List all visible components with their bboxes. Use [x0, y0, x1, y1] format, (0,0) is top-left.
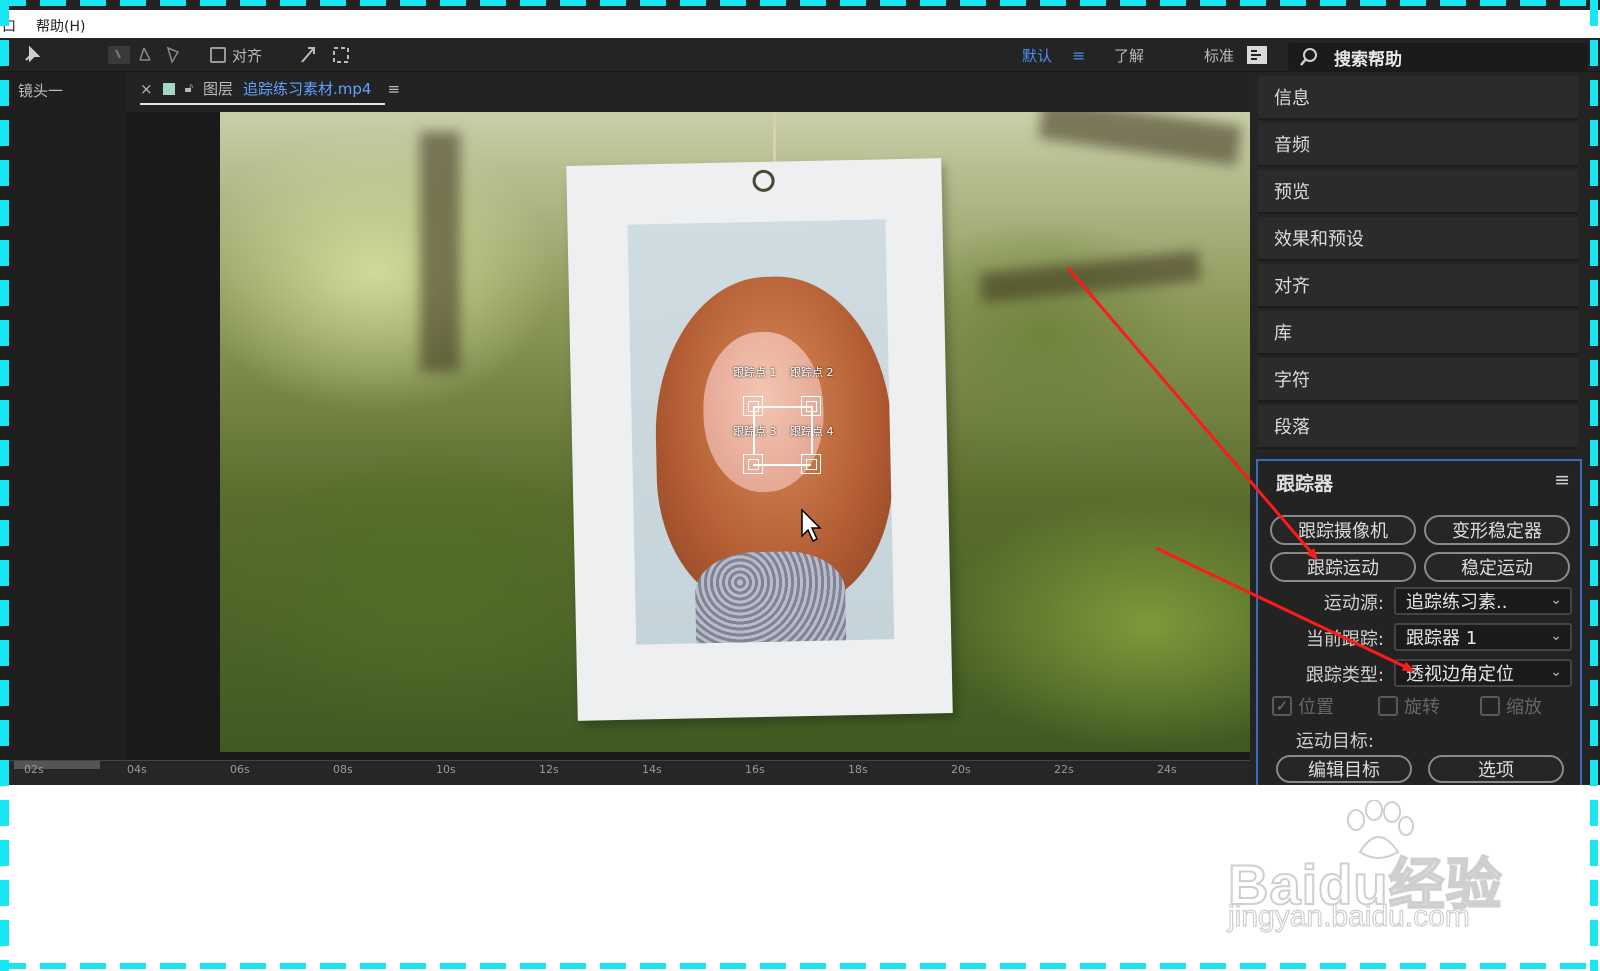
motion-source-value: 追踪练习素.. [1406, 592, 1508, 613]
motion-target-label: 运动目标: [1295, 731, 1374, 752]
tracker-title[interactable]: 跟踪器 [1276, 469, 1333, 496]
track-point-4[interactable] [801, 454, 821, 474]
track-point-3[interactable] [743, 454, 763, 474]
snap-toggle[interactable]: 对齐 [210, 38, 262, 72]
track-motion-button[interactable]: 跟踪运动 [1270, 552, 1416, 582]
current-track-label: 当前跟踪: [1305, 629, 1384, 650]
active-tab-indicator [140, 103, 385, 105]
current-track-select[interactable]: 跟踪器 1 ⌄ [1394, 623, 1572, 651]
lock-icon[interactable]: 🔓︎ [185, 81, 193, 96]
track-point-label: 跟踪点 2 [790, 366, 834, 379]
chevron-down-icon: ⌄ [1550, 664, 1562, 680]
timeline-tick-label: 02s [24, 763, 44, 776]
menu-help[interactable]: 帮助(H) [36, 16, 85, 36]
tree-branch [979, 250, 1201, 304]
rotation-checkbox[interactable]: 旋转 [1378, 693, 1440, 719]
tree-branch [1038, 112, 1242, 166]
pin-tool-icon[interactable] [20, 38, 42, 72]
track-type-select[interactable]: 透视边角定位 ⌄ [1394, 659, 1572, 687]
timeline-tick-label: 14s [642, 763, 662, 776]
chevron-down-icon: ⌄ [1550, 592, 1562, 608]
current-track-value: 跟踪器 1 [1406, 628, 1478, 649]
scale-label: 缩放 [1506, 697, 1542, 718]
frame-border-top [0, 0, 1600, 6]
tab-close-icon[interactable]: × [140, 80, 153, 98]
viewer-tab-bar: × 🔓︎ 图层 追踪练习素材.mp4 ≡ [126, 72, 1250, 112]
panel-libraries[interactable]: 库 [1258, 311, 1578, 355]
track-point-label: 跟踪点 1 [733, 366, 777, 379]
menu-bar: 口 帮助(H) [0, 10, 1600, 38]
tracker-menu-icon[interactable]: ≡ [1554, 469, 1570, 491]
after-effects-window: 口 帮助(H) 对齐 默认 ≡ 了解 标准 搜索帮助 镜头一 × 🔓︎ 图层 追… [0, 0, 1600, 785]
frame-border-left [0, 0, 9, 971]
workspace-overflow-icon[interactable] [1246, 38, 1268, 72]
scale-checkbox[interactable]: 缩放 [1480, 693, 1542, 719]
frame-border-bottom [0, 963, 1600, 969]
search-icon [1300, 48, 1317, 66]
edit-target-button[interactable]: 编辑目标 [1276, 755, 1412, 783]
timeline-tick-label: 12s [539, 763, 559, 776]
position-label: 位置 [1298, 697, 1334, 718]
timeline-tick-label: 10s [436, 763, 456, 776]
timeline-tick-label: 08s [333, 763, 353, 776]
hanging-picture-frame [566, 158, 953, 721]
timeline-tick-label: 22s [1054, 763, 1074, 776]
workspace-learn[interactable]: 了解 [1114, 38, 1144, 72]
frame-hook [752, 169, 775, 193]
tab-filename[interactable]: 追踪练习素材.mp4 [243, 78, 371, 99]
workspace-standard[interactable]: 标准 [1204, 38, 1234, 72]
mouse-cursor-icon [801, 508, 822, 543]
puppet-tool-icon[interactable] [106, 38, 186, 72]
track-point-label: 跟踪点 3 [733, 425, 777, 438]
panel-align[interactable]: 对齐 [1258, 264, 1578, 308]
layer-viewer[interactable]: 跟踪点 1 跟踪点 2 跟踪点 3 跟踪点 4 [126, 112, 1250, 760]
checkmark-icon: ✓ [1272, 696, 1292, 716]
workspace-default[interactable]: 默认 [1022, 38, 1052, 72]
tree-trunk [420, 132, 460, 372]
warp-stabilizer-button[interactable]: 变形稳定器 [1424, 515, 1570, 545]
motion-source-label: 运动源: [1323, 593, 1384, 614]
options-button[interactable]: 选项 [1428, 755, 1564, 783]
track-type-value: 透视边角定位 [1406, 664, 1514, 685]
track-type-label: 跟踪类型: [1305, 665, 1384, 686]
workspace-menu-icon[interactable]: ≡ [1072, 38, 1085, 72]
snap-feather-icon[interactable] [298, 38, 360, 72]
track-camera-button[interactable]: 跟踪摄像机 [1270, 515, 1416, 545]
timeline-tick-label: 06s [230, 763, 250, 776]
snap-label: 对齐 [232, 46, 263, 65]
motion-source-select[interactable]: 追踪练习素.. ⌄ [1394, 587, 1572, 615]
timeline-tick-label: 18s [848, 763, 868, 776]
panel-preview[interactable]: 预览 [1258, 170, 1578, 214]
track-point-2[interactable] [801, 396, 821, 416]
stabilize-motion-button[interactable]: 稳定运动 [1424, 552, 1570, 582]
tab-prefix: 图层 [203, 80, 234, 98]
panel-effects-presets[interactable]: 效果和预设 [1258, 217, 1578, 261]
baidu-jingyan-watermark: Baidu经验 jingyan.baidu.com [1227, 800, 1528, 940]
left-panel-title[interactable]: 镜头一 [18, 80, 63, 101]
layer-color-icon [162, 82, 175, 95]
timeline-tick-label: 04s [127, 763, 147, 776]
panel-paragraph[interactable]: 段落 [1258, 405, 1578, 449]
watermark-url: jingyan.baidu.com [1227, 899, 1470, 933]
panel-character[interactable]: 字符 [1258, 358, 1578, 402]
position-checkbox[interactable]: ✓ 位置 [1272, 693, 1334, 719]
rotation-label: 旋转 [1404, 697, 1440, 718]
portrait-dress [694, 550, 847, 645]
frame-border-right [1590, 0, 1598, 971]
search-placeholder: 搜索帮助 [1334, 49, 1402, 70]
search-help-field[interactable]: 搜索帮助 [1288, 43, 1588, 71]
tab-menu-icon[interactable]: ≡ [387, 80, 400, 98]
timeline-tick-label: 24s [1157, 763, 1177, 776]
left-panel: 镜头一 [0, 72, 126, 762]
track-point-1[interactable] [743, 396, 763, 416]
chevron-down-icon: ⌄ [1550, 628, 1562, 644]
panel-audio[interactable]: 音频 [1258, 123, 1578, 167]
timeline-tick-label: 20s [951, 763, 971, 776]
tracker-panel: 跟踪器 ≡ 跟踪摄像机 变形稳定器 跟踪运动 稳定运动 运动源: 追踪练习素..… [1256, 459, 1582, 785]
timeline-tick-label: 16s [745, 763, 765, 776]
panel-info[interactable]: 信息 [1258, 76, 1578, 120]
snap-checkbox[interactable] [210, 47, 226, 63]
timeline-ruler[interactable]: 02s 04s 06s 08s 10s 12s 14s 16s 18s 20s 22s 24s [0, 760, 1250, 785]
